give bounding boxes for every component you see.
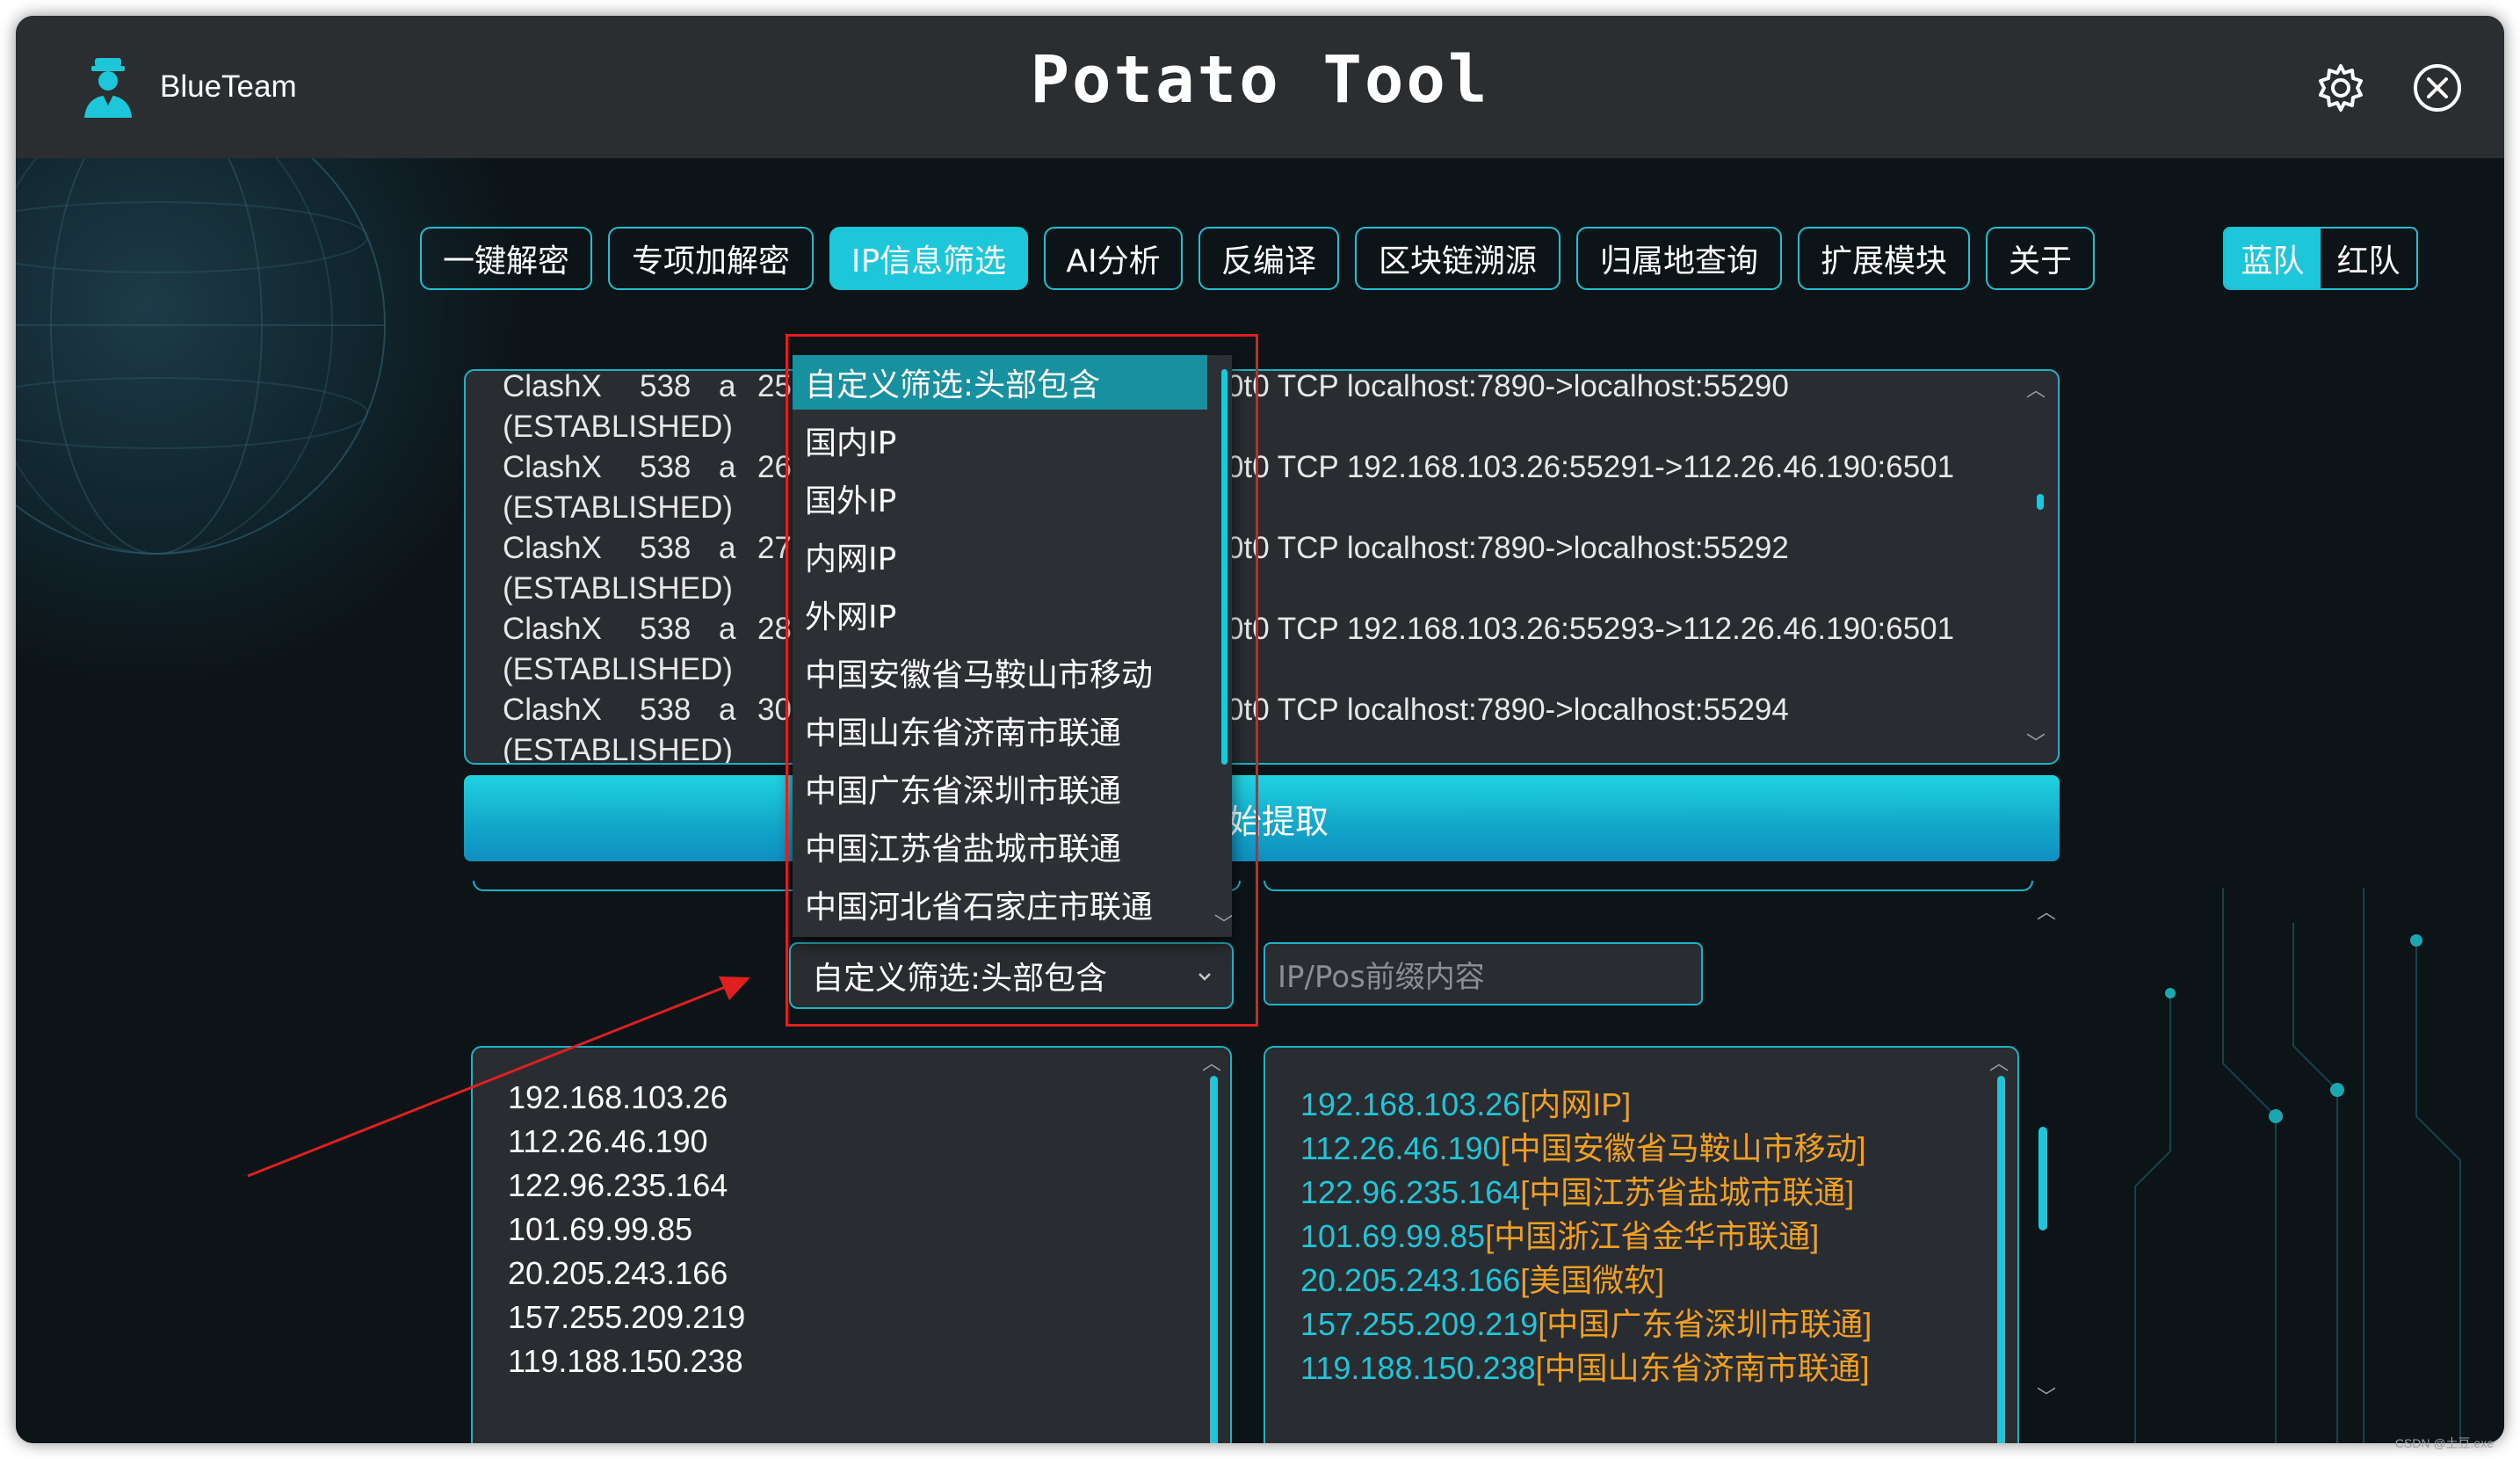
annotation-arrow-icon [247,976,750,1178]
watermark: CSDN @土豆.exe [2394,1436,2494,1450]
app-window: BlueTeam Potato Tool 一键解密 专项加解密 IP信息筛选 A… [16,16,2504,1443]
